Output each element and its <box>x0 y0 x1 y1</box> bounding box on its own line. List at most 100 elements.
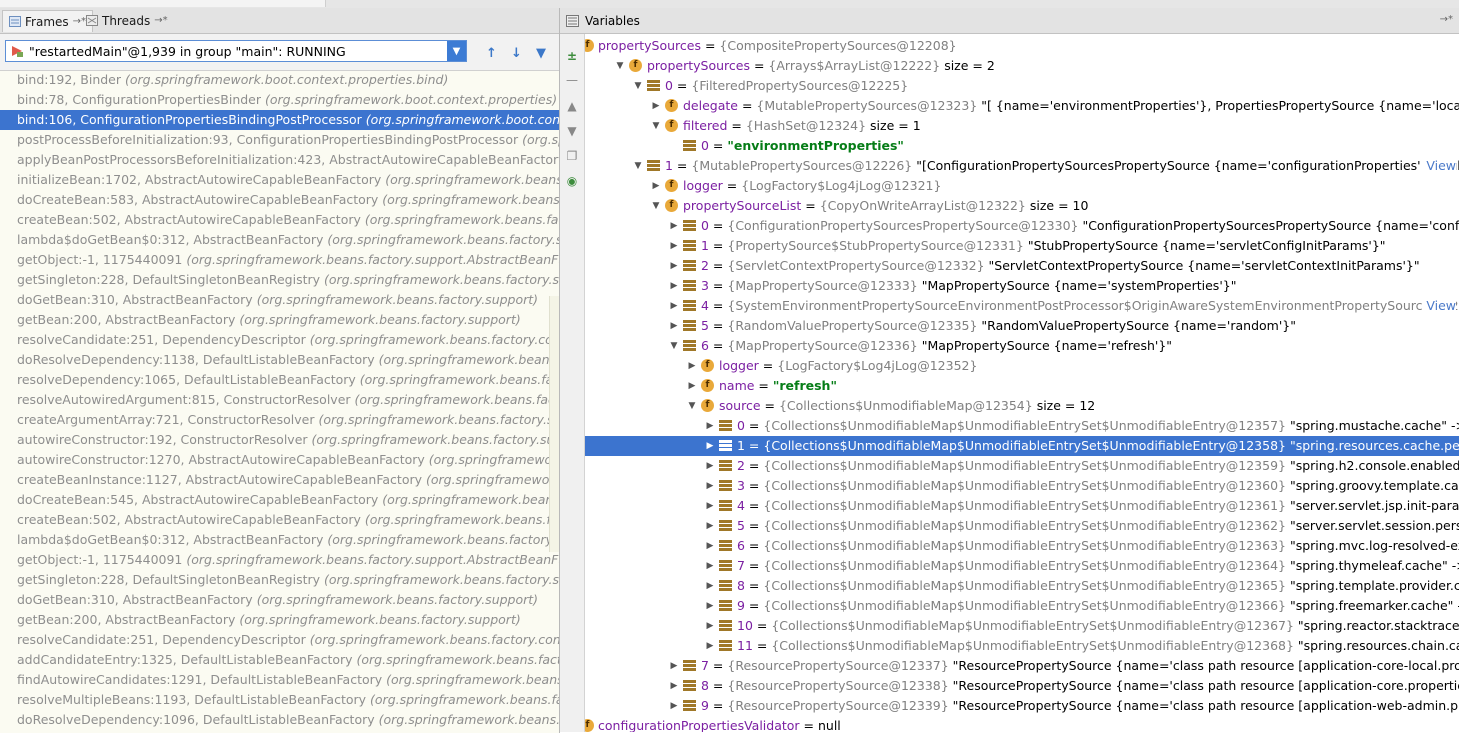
variable-row[interactable]: ▶ f name = "refresh" <box>585 376 1459 396</box>
collapse-icon[interactable]: ▼ <box>615 56 625 76</box>
variable-row[interactable]: ▼ f propertySourceList = {CopyOnWriteArray… <box>585 196 1459 216</box>
frame-row[interactable]: resolveAutowiredArgument:815, Constructo… <box>0 390 559 410</box>
variable-row[interactable]: ▶ 2 = {ServletContextPropertySource@12332… <box>585 256 1459 276</box>
frame-row[interactable]: autowireConstructor:192, ConstructorReso… <box>0 430 559 450</box>
collapse-icon[interactable]: ▼ <box>651 116 661 136</box>
expand-icon[interactable]: ▶ <box>669 256 679 276</box>
expand-icon[interactable]: ▶ <box>705 556 715 576</box>
frame-row[interactable]: resolveDependency:1065, DefaultListableB… <box>0 370 559 390</box>
variable-row[interactable]: ▼ 1 = {MutablePropertySources@12226} "[Co… <box>585 156 1459 176</box>
view-link[interactable]: View <box>1422 156 1456 176</box>
frame-row[interactable]: bind:106, ConfigurationPropertiesBinding… <box>0 110 559 130</box>
frame-row[interactable]: addCandidateEntry:1325, DefaultListableB… <box>0 650 559 670</box>
frame-row[interactable]: doResolveDependency:1138, DefaultListabl… <box>0 350 559 370</box>
variable-row[interactable]: ▶ 7 = {ResourcePropertySource@12337} "Res… <box>585 656 1459 676</box>
expand-icon[interactable]: ▶ <box>705 516 715 536</box>
variable-row[interactable]: ▼ 0 = {FilteredPropertySources@12225} <box>585 76 1459 96</box>
expand-icon[interactable]: ▶ <box>669 656 679 676</box>
frame-row[interactable]: createBean:502, AbstractAutowireCapableB… <box>0 210 559 230</box>
collapse-icon[interactable]: ▼ <box>687 396 697 416</box>
expand-icon[interactable]: ▶ <box>669 316 679 336</box>
frame-row[interactable]: createBean:502, AbstractAutowireCapableB… <box>0 510 559 530</box>
variable-row[interactable]: ▶ 7 = {Collections$UnmodifiableMap$Unmodi… <box>585 556 1459 576</box>
frame-row[interactable]: applyBeanPostProcessorsBeforeInitializat… <box>0 150 559 170</box>
expand-icon[interactable]: ▶ <box>705 436 715 456</box>
frame-row[interactable]: doResolveDependency:1096, DefaultListabl… <box>0 710 559 730</box>
frame-row[interactable]: getSingleton:228, DefaultSingletonBeanRe… <box>0 270 559 290</box>
frame-row[interactable]: lambda$doGetBean$0:312, AbstractBeanFact… <box>0 230 559 250</box>
minus-icon[interactable]: — <box>564 72 580 88</box>
expand-icon[interactable]: ▶ <box>669 676 679 696</box>
variable-row[interactable]: ▶ 4 = {Collections$UnmodifiableMap$Unmodi… <box>585 496 1459 516</box>
watches-icon[interactable]: ◉ <box>564 173 580 189</box>
frame-row[interactable]: bind:78, ConfigurationPropertiesBinder (… <box>0 90 559 110</box>
variable-row[interactable]: ▶ 5 = {Collections$UnmodifiableMap$Unmodi… <box>585 516 1459 536</box>
thread-select[interactable]: "restartedMain"@1,939 in group "main": R… <box>5 40 467 62</box>
frame-row[interactable]: lambda$doGetBean$0:312, AbstractBeanFact… <box>0 530 559 550</box>
expand-icon[interactable]: ▶ <box>705 636 715 656</box>
frame-down-button[interactable]: ↓ <box>511 46 522 61</box>
variable-row[interactable]: ▶ 0 = {ConfigurationPropertySourcesProper… <box>585 216 1459 236</box>
expand-icon[interactable]: ▶ <box>651 176 661 196</box>
expand-icon[interactable]: ▶ <box>705 496 715 516</box>
frame-row[interactable]: initializeBean:1702, AbstractAutowireCap… <box>0 170 559 190</box>
expand-icon[interactable]: ▶ <box>705 536 715 556</box>
frame-row[interactable]: getObject:-1, 1175440091 (org.springfram… <box>0 250 559 270</box>
frame-row[interactable]: getObject:-1, 1175440091 (org.springfram… <box>0 550 559 570</box>
editor-tab[interactable] <box>230 0 326 7</box>
variable-row[interactable]: ▶ 4 = {SystemEnvironmentPropertySourceEnv… <box>585 296 1459 316</box>
variable-row[interactable]: ▶ f logger = {LogFactory$Log4jLog@12352} <box>585 356 1459 376</box>
variable-row[interactable]: ▶ 5 = {RandomValuePropertySource@12335} "… <box>585 316 1459 336</box>
frame-row[interactable]: createArgumentArray:721, ConstructorReso… <box>0 410 559 430</box>
variable-row[interactable]: ▼ f propertySources = {Arrays$ArrayList@12… <box>585 56 1459 76</box>
expand-icon[interactable]: ▶ <box>669 276 679 296</box>
expand-icon[interactable]: ▶ <box>687 356 697 376</box>
expand-icon[interactable]: ▶ <box>705 456 715 476</box>
pin-icon[interactable]: →* <box>154 15 167 26</box>
variable-row[interactable]: ▼ 6 = {MapPropertySource@12336} "MapPrope… <box>585 336 1459 356</box>
frame-row[interactable]: resolveCandidate:251, DependencyDescript… <box>0 630 559 650</box>
collapse-icon[interactable]: ▼ <box>669 336 679 356</box>
variable-row[interactable]: ▶ 6 = {Collections$UnmodifiableMap$Unmodi… <box>585 536 1459 556</box>
collapse-icon[interactable]: ▼ <box>651 196 661 216</box>
variable-row[interactable]: ▶ 1 = {Collections$UnmodifiableMap$Unmodi… <box>585 436 1459 456</box>
pin-icon[interactable]: →* <box>1440 14 1453 25</box>
evaluate-expression-icon[interactable]: ± <box>564 48 580 64</box>
frame-row[interactable]: doGetBean:310, AbstractBeanFactory (org.… <box>0 290 559 310</box>
variable-row[interactable]: ▶ 3 = {Collections$UnmodifiableMap$Unmodi… <box>585 476 1459 496</box>
arrow-up-icon[interactable]: ▲ <box>564 98 580 114</box>
variable-row[interactable]: ▼ f filtered = {HashSet@12324} size = 1 <box>585 116 1459 136</box>
frame-row[interactable]: postProcessBeforeInitialization:93, Conf… <box>0 130 559 150</box>
variable-row[interactable]: ▶ f delegate = {MutablePropertySources@123… <box>585 96 1459 116</box>
variable-row[interactable]: ▶ 3 = {MapPropertySource@12333} "MapPrope… <box>585 276 1459 296</box>
frame-row[interactable]: getSingleton:228, DefaultSingletonBeanRe… <box>0 570 559 590</box>
variable-row[interactable]: ▶ 10 = {Collections$UnmodifiableMap$Unmod… <box>585 616 1459 636</box>
variable-row[interactable]: ▶ 9 = {ResourcePropertySource@12339} "Res… <box>585 696 1459 716</box>
frames-scrollbar[interactable] <box>549 296 559 552</box>
frame-row[interactable]: resolveMultipleBeans:1193, DefaultListab… <box>0 690 559 710</box>
frame-row[interactable]: bind:192, Binder (org.springframework.bo… <box>0 70 559 90</box>
expand-icon[interactable]: ▶ <box>687 376 697 396</box>
frame-row[interactable]: doCreateBean:583, AbstractAutowireCapabl… <box>0 190 559 210</box>
frame-up-button[interactable]: ↑ <box>486 46 497 61</box>
frame-row[interactable]: getBean:200, AbstractBeanFactory (org.sp… <box>0 610 559 630</box>
view-link[interactable]: View <box>1422 296 1456 316</box>
editor-tab[interactable] <box>140 0 231 7</box>
expand-icon[interactable]: ▶ <box>669 216 679 236</box>
expand-icon[interactable]: ▶ <box>651 96 661 116</box>
frame-row[interactable]: resolveCandidate:251, DependencyDescript… <box>0 330 559 350</box>
expand-icon[interactable]: ▶ <box>669 236 679 256</box>
variable-row[interactable]: 0 = "environmentProperties" <box>585 136 1459 156</box>
frame-row[interactable]: getBean:200, AbstractBeanFactory (org.sp… <box>0 310 559 330</box>
variable-row[interactable]: ▶ 1 = {PropertySource$StubPropertySource@… <box>585 236 1459 256</box>
expand-icon[interactable]: ▶ <box>705 616 715 636</box>
editor-tab[interactable] <box>0 0 141 7</box>
frame-row[interactable]: doCreateBean:545, AbstractAutowireCapabl… <box>0 490 559 510</box>
variable-row[interactable]: ▶ 0 = {Collections$UnmodifiableMap$Unmodi… <box>585 416 1459 436</box>
collapse-icon[interactable]: ▼ <box>633 76 643 96</box>
arrow-down-icon[interactable]: ▼ <box>564 123 580 139</box>
frame-row[interactable]: autowireConstructor:1270, AbstractAutowi… <box>0 450 559 470</box>
variable-row[interactable]: ▶ 8 = {ResourcePropertySource@12338} "Res… <box>585 676 1459 696</box>
frame-row[interactable]: findAutowireCandidates:1291, DefaultList… <box>0 670 559 690</box>
variable-row[interactable]: ▶ 2 = {Collections$UnmodifiableMap$Unmodi… <box>585 456 1459 476</box>
